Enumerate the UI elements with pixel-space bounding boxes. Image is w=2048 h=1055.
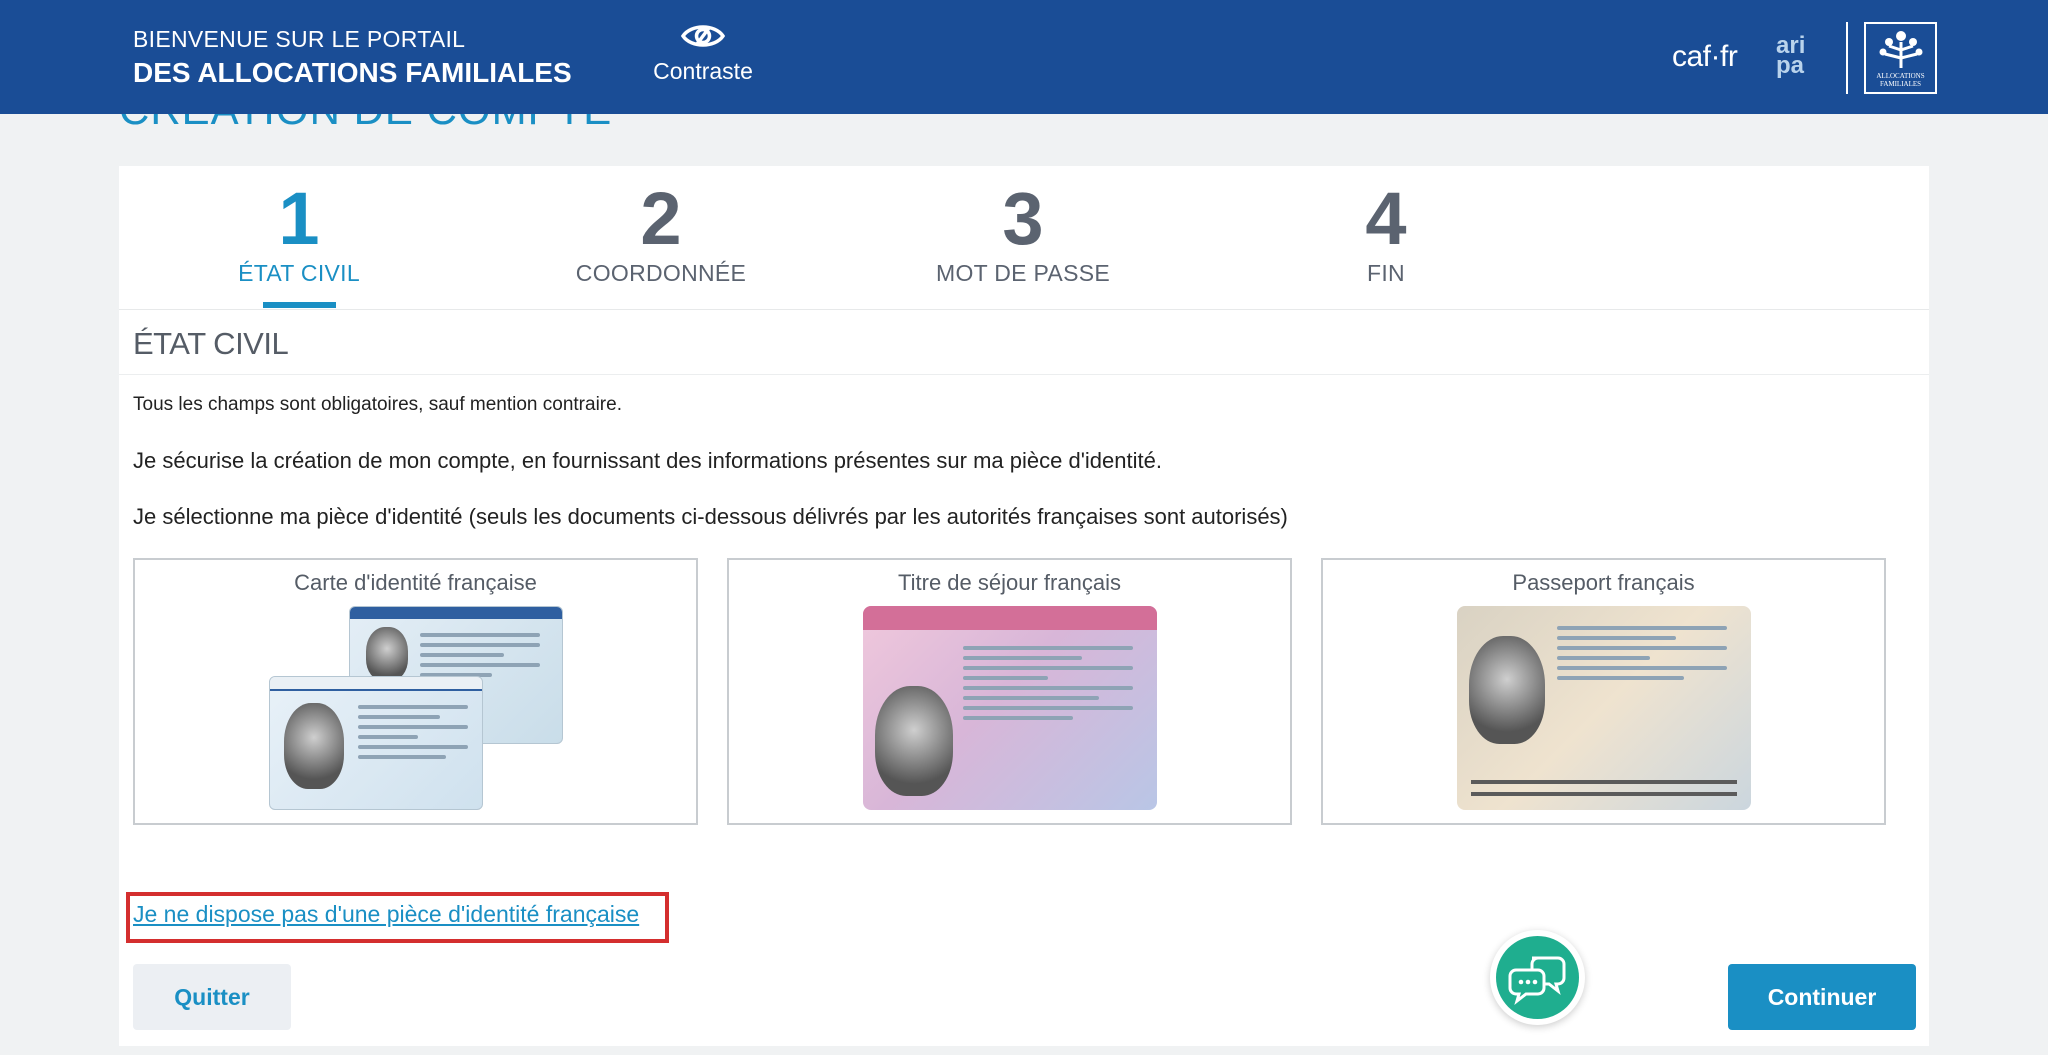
caf-logo[interactable]: caf·fr (1672, 40, 1738, 74)
header-divider (1846, 22, 1848, 94)
aripa-logo-bottom: pa (1776, 52, 1805, 79)
step-coordonnee: 2 COORDONNÉE (531, 180, 791, 287)
step-number: 2 (640, 177, 682, 260)
step-label: MOT DE PASSE (935, 260, 1110, 286)
residence-permit-image (862, 606, 1157, 810)
step-number: 4 (1365, 177, 1407, 260)
quit-button[interactable]: Quitter (133, 964, 291, 1030)
allocations-familiales-logo-text: ALLOCATIONS FAMILIALES (1876, 72, 1925, 88)
step-etat-civil: 1 ÉTAT CIVIL (169, 180, 429, 287)
eye-icon (681, 25, 725, 47)
aripa-logo[interactable]: ari pa (1774, 34, 1814, 80)
welcome-line-1: BIENVENUE SUR LE PORTAIL (133, 26, 466, 52)
welcome-line-2: DES ALLOCATIONS FAMILIALES (133, 57, 572, 88)
chat-button[interactable] (1490, 930, 1585, 1025)
select-instruction: Je sélectionne ma pièce d'identité (seul… (133, 504, 1288, 529)
intro-text: Je sécurise la création de mon compte, e… (133, 448, 1162, 473)
stepper: 1 ÉTAT CIVIL 2 COORDONNÉE 3 MOT DE PASSE… (119, 166, 1929, 310)
doc-option-title: Titre de séjour français (898, 570, 1121, 595)
portal-welcome: BIENVENUE SUR LE PORTAIL DES ALLOCATIONS… (133, 26, 572, 89)
step-number: 1 (278, 177, 320, 260)
continue-button[interactable]: Continuer (1728, 964, 1916, 1030)
contrast-toggle[interactable]: Contraste (651, 22, 755, 85)
passport-image (1456, 606, 1751, 810)
step-mot-de-passe: 3 MOT DE PASSE (893, 180, 1153, 287)
doc-option-carte-identite[interactable]: Carte d'identité française (133, 558, 698, 825)
step-label: FIN (1367, 260, 1405, 286)
section-title: ÉTAT CIVIL (133, 326, 289, 361)
id-card-front (268, 676, 483, 810)
doc-option-titre-sejour[interactable]: Titre de séjour français (727, 558, 1292, 825)
doc-option-title: Passeport français (1512, 570, 1695, 595)
section-divider (119, 374, 1929, 375)
required-fields-note: Tous les champs sont obligatoires, sauf … (133, 394, 622, 415)
active-step-indicator (263, 302, 336, 308)
family-tree-icon (1879, 31, 1922, 68)
doc-option-passeport[interactable]: Passeport français (1321, 558, 1886, 825)
contrast-label: Contraste (653, 58, 753, 84)
chat-bubbles-icon (1508, 956, 1566, 1006)
allocations-familiales-logo[interactable]: ALLOCATIONS FAMILIALES (1864, 22, 1937, 94)
step-label: ÉTAT CIVIL (238, 260, 360, 286)
account-creation-card: 1 ÉTAT CIVIL 2 COORDONNÉE 3 MOT DE PASSE… (119, 166, 1929, 1046)
doc-option-title: Carte d'identité française (294, 570, 537, 595)
no-french-id-link[interactable]: Je ne dispose pas d'une pièce d'identité… (133, 901, 639, 928)
id-card-image (268, 606, 563, 810)
step-fin: 4 FIN (1256, 180, 1516, 287)
step-number: 3 (1002, 177, 1044, 260)
site-header: BIENVENUE SUR LE PORTAIL DES ALLOCATIONS… (0, 0, 2048, 114)
step-label: COORDONNÉE (575, 260, 747, 286)
